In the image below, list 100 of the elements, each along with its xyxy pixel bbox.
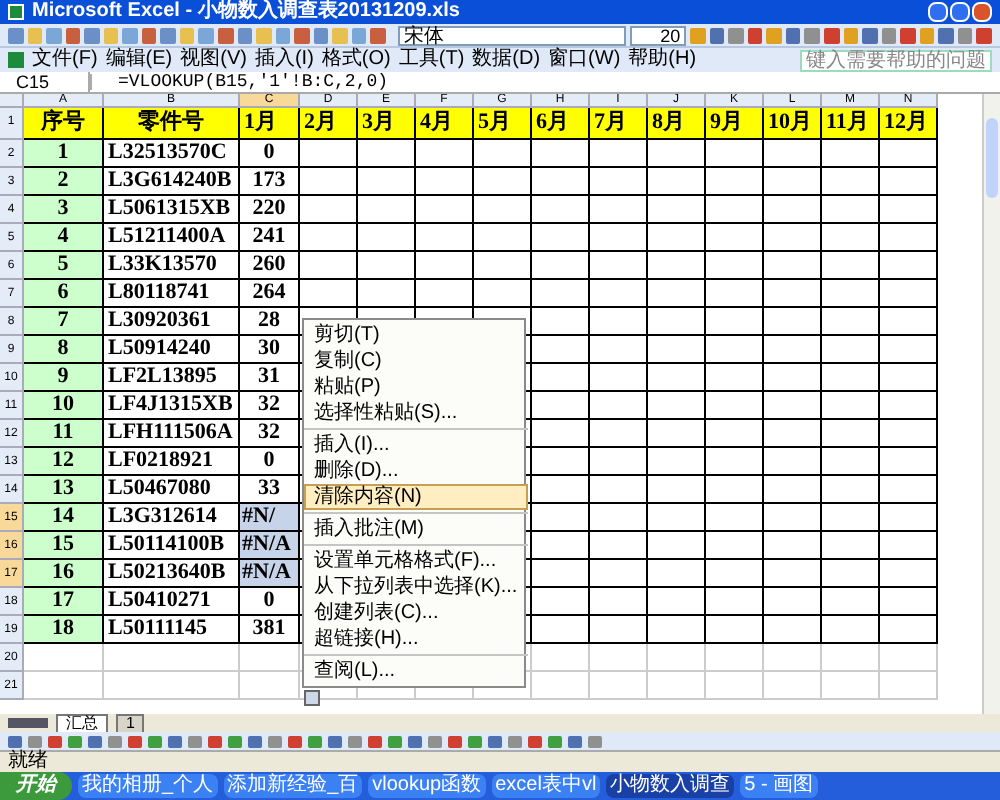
table-cell bbox=[24, 644, 104, 672]
table-cell bbox=[764, 336, 822, 364]
table-cell bbox=[300, 168, 358, 196]
status-text: 就绪 bbox=[8, 752, 48, 772]
menu-item[interactable]: 创建列表(C)... bbox=[304, 600, 528, 626]
table-cell bbox=[880, 588, 938, 616]
menu-item[interactable]: 剪切(T) bbox=[304, 322, 528, 348]
table-cell: L51211400A bbox=[104, 224, 240, 252]
maximize-button[interactable] bbox=[950, 2, 970, 22]
table-cell bbox=[764, 616, 822, 644]
table-cell bbox=[648, 196, 706, 224]
menu-item[interactable]: 删除(D)... bbox=[304, 458, 528, 484]
table-cell bbox=[590, 560, 648, 588]
table-cell bbox=[880, 448, 938, 476]
scroll-thumb[interactable] bbox=[986, 118, 998, 198]
table-cell: 28 bbox=[240, 308, 300, 336]
menu-item[interactable]: 复制(C) bbox=[304, 348, 528, 374]
table-cell: 0 bbox=[240, 588, 300, 616]
table-cell: L80118741 bbox=[104, 280, 240, 308]
table-cell bbox=[706, 448, 764, 476]
table-cell bbox=[590, 308, 648, 336]
table-cell bbox=[764, 168, 822, 196]
table-cell: 3 bbox=[24, 196, 104, 224]
table-cell: L50111145 bbox=[104, 616, 240, 644]
table-cell bbox=[822, 532, 880, 560]
sheet-tab[interactable]: 1 bbox=[116, 713, 145, 733]
table-cell bbox=[358, 224, 416, 252]
menu-item[interactable]: 文件(F) bbox=[32, 50, 98, 70]
menu-item[interactable]: 选择性粘贴(S)... bbox=[304, 400, 528, 426]
help-field[interactable]: 键入需要帮助的问题 bbox=[800, 49, 992, 71]
select-all-button[interactable] bbox=[0, 94, 24, 108]
table-cell: L30920361 bbox=[104, 308, 240, 336]
menu-item[interactable]: 从下拉列表中选择(K)... bbox=[304, 574, 528, 600]
menu-item[interactable]: 帮助(H) bbox=[628, 50, 697, 70]
table-cell bbox=[474, 224, 532, 252]
table-cell bbox=[880, 392, 938, 420]
table-cell bbox=[240, 672, 300, 700]
minimize-button[interactable] bbox=[928, 2, 948, 22]
font-size-field[interactable]: 20 bbox=[629, 25, 687, 45]
table-cell bbox=[706, 168, 764, 196]
table-cell bbox=[764, 420, 822, 448]
table-cell bbox=[300, 140, 358, 168]
table-cell bbox=[764, 476, 822, 504]
table-cell bbox=[590, 280, 648, 308]
start-button[interactable]: 开始 bbox=[0, 772, 72, 800]
table-cell bbox=[300, 224, 358, 252]
table-cell bbox=[532, 616, 590, 644]
formula-field[interactable]: =VLOOKUP(B15,'1'!B:C,2,0) bbox=[118, 71, 389, 93]
table-cell: L3G614240B bbox=[104, 168, 240, 196]
table-cell bbox=[532, 532, 590, 560]
table-cell bbox=[706, 532, 764, 560]
taskbar-button[interactable]: excel表中vl bbox=[491, 774, 601, 798]
table-cell bbox=[590, 140, 648, 168]
table-cell bbox=[648, 420, 706, 448]
table-cell bbox=[590, 532, 648, 560]
sheet-tab[interactable]: 汇总 bbox=[56, 713, 108, 733]
table-cell: 11 bbox=[24, 420, 104, 448]
table-cell bbox=[822, 364, 880, 392]
menu-item[interactable]: 插入(I)... bbox=[304, 432, 528, 458]
table-cell bbox=[240, 644, 300, 672]
table-cell bbox=[590, 392, 648, 420]
menu-item[interactable]: 超链接(H)... bbox=[304, 626, 528, 652]
table-cell bbox=[648, 476, 706, 504]
taskbar-button[interactable]: 5 - 画图 bbox=[740, 774, 818, 798]
close-button[interactable] bbox=[972, 2, 992, 22]
table-cell bbox=[764, 448, 822, 476]
menu-item[interactable]: 插入批注(M) bbox=[304, 516, 528, 542]
table-cell bbox=[706, 336, 764, 364]
table-cell bbox=[706, 364, 764, 392]
table-cell bbox=[532, 364, 590, 392]
taskbar-button[interactable]: 小物数入调查 bbox=[606, 774, 735, 798]
table-cell bbox=[706, 588, 764, 616]
table-cell bbox=[358, 140, 416, 168]
taskbar-button[interactable]: 我的相册_个人 bbox=[78, 774, 218, 798]
menu-item[interactable]: 插入(I) bbox=[254, 50, 314, 70]
table-cell: 12 bbox=[24, 448, 104, 476]
menu-item[interactable]: 编辑(E) bbox=[105, 50, 173, 70]
table-cell: LF2L13895 bbox=[104, 364, 240, 392]
taskbar-button[interactable]: vlookup函数 bbox=[368, 774, 486, 798]
menu-item[interactable]: 粘贴(P) bbox=[304, 374, 528, 400]
menu-item[interactable]: 查阅(L)... bbox=[304, 658, 528, 684]
table-cell: L5061315XB bbox=[104, 196, 240, 224]
menu-item[interactable]: 窗口(W) bbox=[548, 50, 621, 70]
paste-options-icon[interactable] bbox=[304, 690, 320, 706]
menu-item[interactable]: 设置单元格格式(F)... bbox=[304, 548, 528, 574]
taskbar-button[interactable]: 添加新经验_百 bbox=[223, 774, 363, 798]
menu-item[interactable]: 视图(V) bbox=[180, 50, 247, 70]
table-cell: 264 bbox=[240, 280, 300, 308]
menu-item[interactable]: 格式(O) bbox=[321, 50, 391, 70]
menu-item[interactable]: 数据(D) bbox=[472, 50, 541, 70]
table-cell bbox=[822, 308, 880, 336]
menu-item[interactable]: 清除内容(N) bbox=[304, 484, 528, 510]
menu-item[interactable]: 工具(T) bbox=[398, 50, 465, 70]
header-cell: 5月 bbox=[474, 108, 532, 140]
font-field[interactable]: 宋体 bbox=[397, 25, 626, 45]
table-cell bbox=[880, 252, 938, 280]
table-cell bbox=[706, 560, 764, 588]
table-cell bbox=[648, 560, 706, 588]
table-cell: 17 bbox=[24, 588, 104, 616]
header-cell: 3月 bbox=[358, 108, 416, 140]
